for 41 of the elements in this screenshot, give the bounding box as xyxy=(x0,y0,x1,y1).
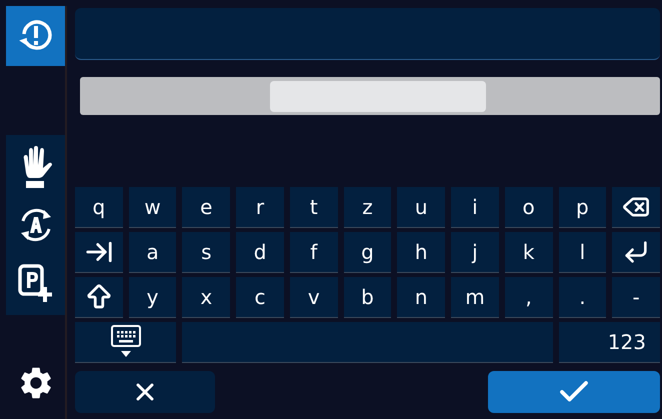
letter-key[interactable]: x xyxy=(182,277,230,318)
letter-key[interactable]: - xyxy=(612,277,660,318)
letter-key[interactable]: e xyxy=(182,187,230,228)
letter-key[interactable]: b xyxy=(344,277,392,318)
tab-key[interactable] xyxy=(75,232,123,273)
scroll-track[interactable] xyxy=(80,77,660,115)
letter-key[interactable]: z xyxy=(344,187,392,228)
letter-key[interactable]: n xyxy=(397,277,446,318)
letter-key[interactable]: m xyxy=(451,277,499,318)
letter-key[interactable]: s xyxy=(182,232,230,273)
letter-key[interactable]: j xyxy=(451,232,499,273)
letter-key[interactable]: l xyxy=(558,232,606,273)
letter-key[interactable]: q xyxy=(75,187,123,228)
enter-key[interactable] xyxy=(612,232,660,273)
shift-key[interactable] xyxy=(75,277,123,318)
cancel-button[interactable] xyxy=(75,371,215,413)
scroll-thumb[interactable] xyxy=(270,80,486,112)
letter-key[interactable]: y xyxy=(128,277,176,318)
letter-key[interactable]: a xyxy=(128,232,176,273)
letter-key[interactable]: g xyxy=(344,232,392,273)
letter-key[interactable]: h xyxy=(397,232,446,273)
letter-key[interactable]: , xyxy=(504,277,553,318)
letter-key[interactable]: d xyxy=(236,232,284,273)
letter-key[interactable]: v xyxy=(290,277,338,318)
numbers-key[interactable]: 123 xyxy=(558,322,660,363)
hide-keyboard-key[interactable] xyxy=(75,322,176,363)
letter-key[interactable]: f xyxy=(290,232,338,273)
letter-key[interactable]: i xyxy=(451,187,499,228)
alert-history-tab[interactable] xyxy=(6,6,65,66)
letter-key[interactable]: c xyxy=(236,277,284,318)
letter-key[interactable]: w xyxy=(128,187,176,228)
backspace-key[interactable] xyxy=(612,187,660,228)
letter-key[interactable]: k xyxy=(504,232,553,273)
letter-key[interactable]: . xyxy=(558,277,606,318)
letter-key[interactable]: u xyxy=(397,187,446,228)
text-input-field[interactable] xyxy=(75,8,660,60)
letter-key[interactable]: r xyxy=(236,187,284,228)
letter-key[interactable]: o xyxy=(504,187,553,228)
letter-key[interactable]: p xyxy=(558,187,606,228)
letter-key[interactable]: t xyxy=(290,187,338,228)
parking-add-icon xyxy=(16,263,54,303)
